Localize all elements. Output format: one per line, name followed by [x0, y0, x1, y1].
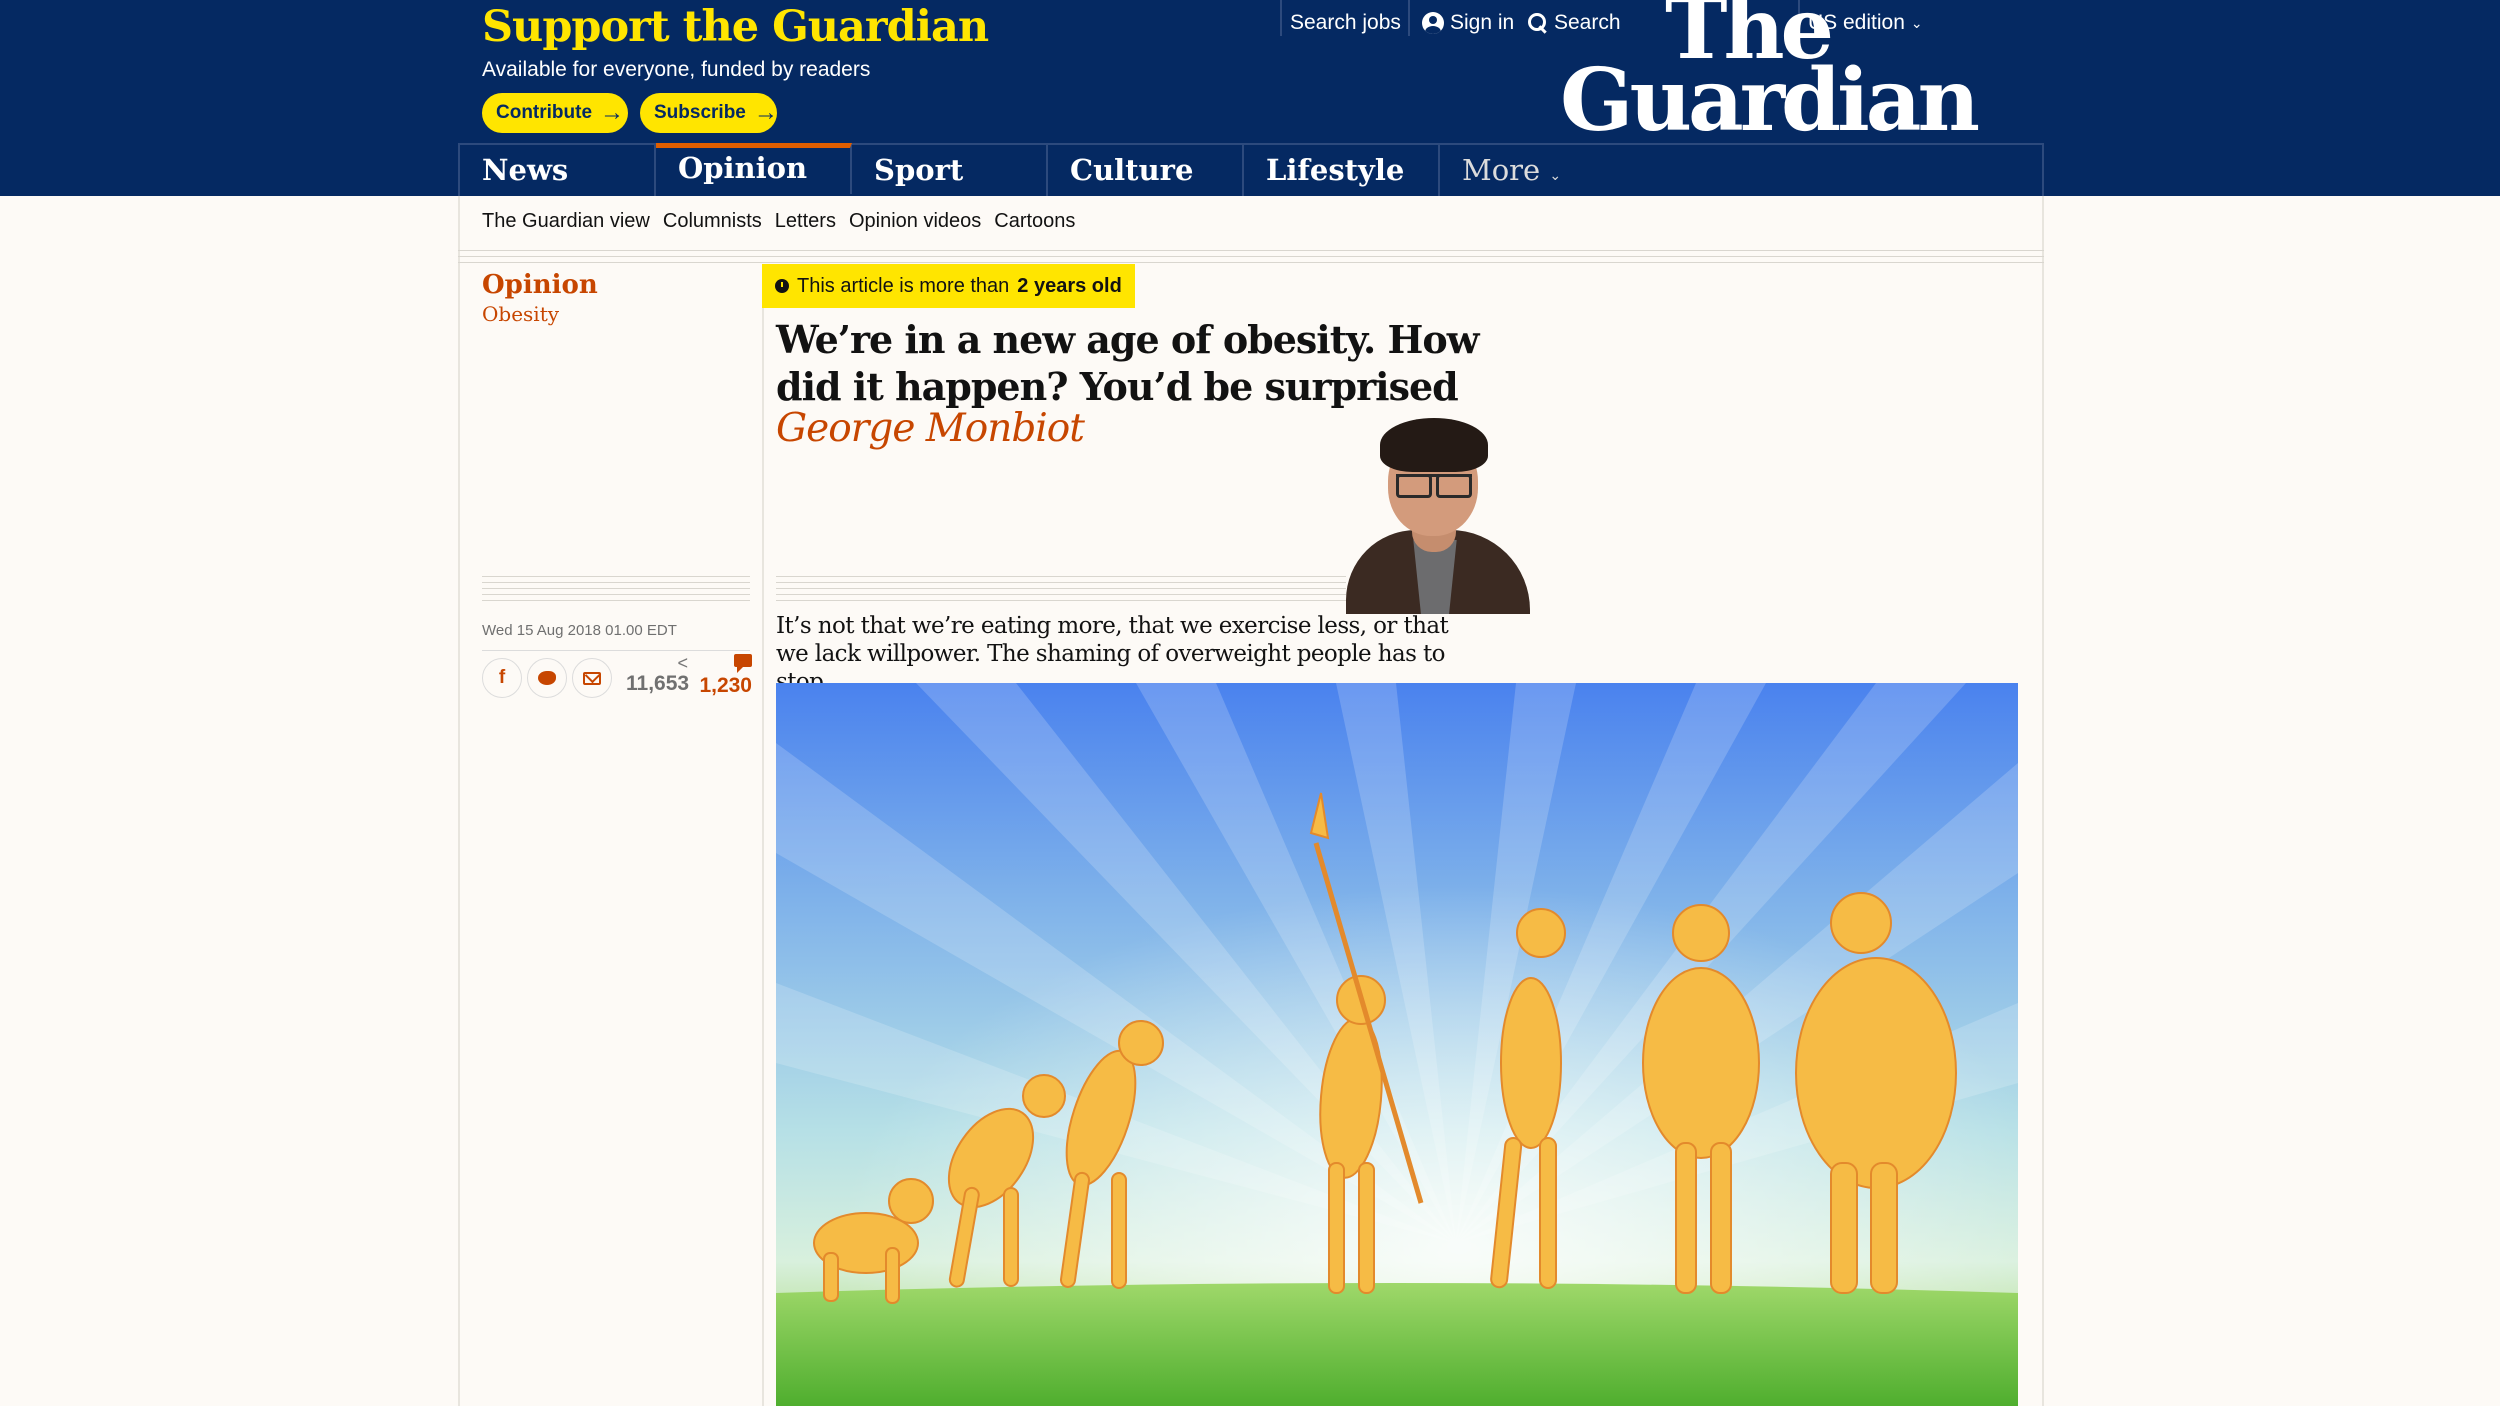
- section-rule: [458, 250, 2044, 266]
- meta-divider: [482, 650, 750, 651]
- clock-icon: [775, 279, 789, 293]
- comment-count-link[interactable]: 1,230: [694, 654, 752, 698]
- subscribe-button[interactable]: Subscribe →: [640, 93, 778, 133]
- age-notice-prefix: This article is more than: [797, 274, 1010, 297]
- evolution-illustration: [776, 683, 2018, 1406]
- subscribe-label: Subscribe: [654, 102, 746, 123]
- frame-divider: [458, 196, 460, 1406]
- nav-item-label: Sport: [874, 153, 964, 187]
- nav-item-label: News: [482, 153, 569, 187]
- nav-more-button[interactable]: More ⌄: [1440, 145, 1562, 196]
- logo-line-2: Guardian: [1560, 49, 1980, 151]
- top-link-divider: [1280, 0, 1282, 36]
- sign-in-link[interactable]: Sign in: [1422, 6, 1514, 40]
- guardian-logo[interactable]: The Guardian: [1560, 0, 1980, 151]
- arrow-right-icon: →: [753, 99, 778, 126]
- comment-icon: [734, 654, 752, 673]
- primary-nav: News Opinion Sport Culture Lifestyle Mor…: [458, 143, 2044, 196]
- share-count-block: < 11,653: [626, 653, 690, 696]
- contribute-label: Contribute: [496, 102, 593, 123]
- meta-rule: [482, 576, 750, 606]
- nav-item-label: Opinion: [678, 151, 808, 185]
- search-icon: [1528, 13, 1548, 33]
- subnav-item-columnists[interactable]: Columnists: [663, 210, 762, 233]
- column-divider: [762, 264, 764, 1406]
- share-twitter-button[interactable]: [527, 658, 567, 698]
- comment-count: 1,230: [699, 674, 752, 697]
- share-facebook-button[interactable]: f: [482, 658, 522, 698]
- nav-item-culture[interactable]: Culture: [1048, 145, 1244, 196]
- article-byline[interactable]: George Monbiot: [776, 406, 1085, 451]
- article-main-image: [776, 683, 2018, 1406]
- nav-item-label: Lifestyle: [1266, 153, 1405, 187]
- email-icon: [583, 671, 601, 685]
- series-label[interactable]: Obesity: [482, 302, 559, 326]
- subnav-item-letters[interactable]: Letters: [775, 210, 836, 233]
- age-notice-bold: 2 years old: [1017, 274, 1122, 297]
- headline-rule: [776, 576, 1346, 606]
- share-count: 11,653: [626, 672, 690, 695]
- search-jobs-link[interactable]: Search jobs: [1290, 6, 1401, 40]
- frame-divider: [2042, 196, 2044, 1406]
- nav-more-label: More: [1462, 153, 1541, 187]
- twitter-icon: [538, 671, 556, 685]
- article-headline: We’re in a new age of obesity. How did i…: [776, 317, 1479, 409]
- facebook-icon: f: [498, 667, 506, 688]
- masthead: Support the Guardian Available for every…: [0, 0, 2500, 196]
- nav-item-opinion[interactable]: Opinion: [656, 143, 852, 194]
- section-label[interactable]: Opinion: [482, 270, 598, 300]
- chevron-down-icon: ⌄: [1549, 168, 1562, 184]
- subnav-item-guardian-view[interactable]: The Guardian view: [482, 210, 650, 233]
- section-subnav: The Guardian view Columnists Letters Opi…: [482, 210, 1075, 233]
- author-photo: [1346, 412, 1530, 614]
- top-link-divider: [1408, 0, 1410, 36]
- user-icon: [1422, 12, 1444, 34]
- nav-item-sport[interactable]: Sport: [852, 145, 1048, 196]
- dateline: Wed 15 Aug 2018 01.00 EDT: [482, 622, 677, 639]
- search-jobs-label: Search jobs: [1290, 11, 1401, 34]
- support-subtitle: Available for everyone, funded by reader…: [482, 58, 871, 81]
- subnav-item-cartoons[interactable]: Cartoons: [994, 210, 1075, 233]
- subnav-item-opinion-videos[interactable]: Opinion videos: [849, 210, 981, 233]
- article-age-badge: This article is more than 2 years old: [762, 264, 1135, 308]
- share-email-button[interactable]: [572, 658, 612, 698]
- sign-in-label: Sign in: [1450, 11, 1515, 34]
- nav-item-label: Culture: [1070, 153, 1194, 187]
- contribute-button[interactable]: Contribute →: [482, 93, 628, 133]
- nav-item-lifestyle[interactable]: Lifestyle: [1244, 145, 1440, 196]
- nav-item-news[interactable]: News: [460, 145, 656, 196]
- share-icon: <: [677, 653, 688, 673]
- arrow-right-icon: →: [600, 99, 625, 126]
- support-title: Support the Guardian: [482, 2, 989, 52]
